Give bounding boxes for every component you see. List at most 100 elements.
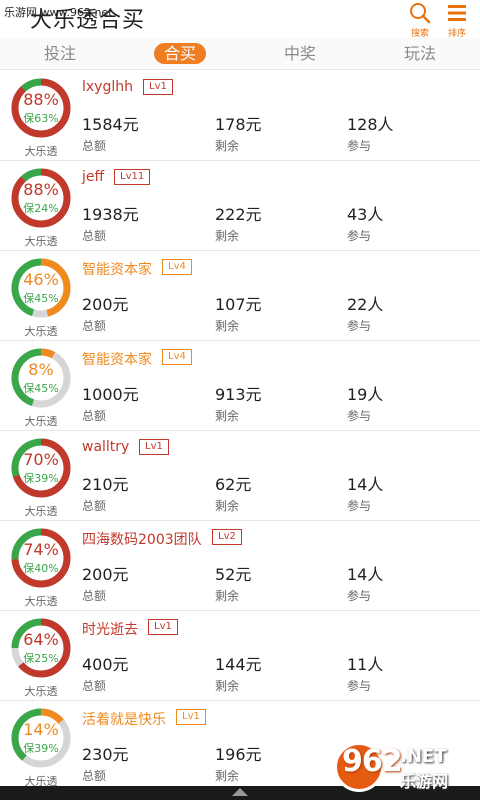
participant-count: 14人 [347, 565, 384, 584]
progress-ring: 46% 保45% [10, 257, 72, 319]
participant-count: 19人 [347, 385, 384, 404]
lottery-type: 大乐透 [24, 685, 58, 698]
participant-count: 128人 [347, 115, 394, 134]
guarantee-percent: 保45% [23, 292, 59, 305]
total-amount: 210元 [82, 475, 129, 494]
lottery-type: 大乐透 [24, 235, 58, 248]
progress-percent: 88% [23, 180, 59, 199]
total-amount: 400元 [82, 655, 129, 674]
watermark-domain: .NET [400, 746, 447, 767]
progress-ring: 74% 保40% [10, 527, 72, 589]
search-button[interactable]: 搜索 [405, 2, 435, 39]
tab-label: 玩法 [403, 44, 436, 63]
username: 活着就是快乐 [82, 712, 166, 728]
progress-percent: 88% [23, 90, 59, 109]
participants-label: 参与 [347, 679, 372, 693]
level-badge: Lv11 [114, 169, 151, 185]
username: lxyglhh [82, 79, 133, 95]
username: 智能资本家 [82, 352, 152, 368]
participant-count: 43人 [347, 205, 384, 224]
participants-label: 参与 [347, 409, 372, 423]
remaining-amount: 913元 [215, 385, 262, 404]
watermark-number: 962 [342, 744, 403, 779]
level-badge: Lv4 [162, 259, 192, 275]
level-badge: Lv1 [143, 79, 173, 95]
menu-icon [448, 5, 466, 21]
remaining-amount: 178元 [215, 115, 262, 134]
remaining-label: 剩余 [215, 229, 240, 243]
total-amount: 1938元 [82, 205, 139, 224]
guarantee-percent: 保25% [23, 652, 59, 665]
total-label: 总额 [82, 769, 107, 783]
lottery-type: 大乐透 [24, 145, 58, 158]
tab-group-buy[interactable]: 合买 [120, 38, 240, 69]
progress-ring: 14% 保39% [10, 707, 72, 769]
participant-count: 22人 [347, 295, 384, 314]
progress-ring: 70% 保39% [10, 437, 72, 499]
remaining-amount: 52元 [215, 565, 252, 584]
tab-winning[interactable]: 中奖 [240, 38, 360, 69]
list-item[interactable]: 88% 保63% 大乐透 lxyglhh Lv1 1584元 178元 128人总额 剩余 参与 [0, 71, 480, 161]
total-label: 总额 [82, 319, 107, 333]
tab-label: 投注 [43, 44, 76, 63]
remaining-amount: 107元 [215, 295, 262, 314]
list-item[interactable]: 8% 保45% 大乐透 智能资本家 Lv4 1000元 913元 19人 总额 剩余 参与 [0, 341, 480, 431]
watermark-text: 乐游网 www.962.net [4, 6, 113, 19]
username: 智能资本家 [82, 262, 152, 278]
list-item[interactable]: 70% 保39% 大乐透 walltry Lv1 210元 62元 14人 总额 剩余 参与 [0, 431, 480, 521]
remaining-amount: 196元 [215, 745, 262, 764]
chevron-up-icon[interactable] [232, 788, 248, 796]
level-badge: Lv1 [139, 439, 169, 455]
list-item[interactable]: 74% 保40% 大乐透 四海数码2003团队 Lv2 200元 52元 14人 总额 剩余 参与 [0, 521, 480, 611]
watermark-name: 乐游网 [400, 772, 449, 791]
remaining-label: 剩余 [215, 409, 240, 423]
list-item[interactable]: 88% 保24% 大乐透 jeff Lv11 1938元 222元 43人 总额 剩余 参与 [0, 161, 480, 251]
total-label: 总额 [82, 139, 107, 153]
remaining-amount: 144元 [215, 655, 262, 674]
total-amount: 230元 [82, 745, 129, 764]
remaining-amount: 62元 [215, 475, 252, 494]
total-amount: 1584元 [82, 115, 139, 134]
level-badge: Lv4 [162, 349, 192, 365]
participants-label: 参与 [347, 139, 372, 153]
guarantee-percent: 保40% [23, 562, 59, 575]
progress-percent: 8% [28, 360, 54, 379]
remaining-amount: 222元 [215, 205, 262, 224]
tab-bet[interactable]: 投注 [0, 38, 120, 69]
participant-count: 14人 [347, 475, 384, 494]
list-item[interactable]: 46% 保45% 大乐透 智能资本家 Lv4 200元 107元 22人 总额 剩余 参与 [0, 251, 480, 341]
progress-ring: 88% 保63% [10, 77, 72, 139]
total-label: 总额 [82, 679, 107, 693]
sort-button[interactable]: 排序 [442, 2, 472, 39]
total-label: 总额 [82, 589, 107, 603]
total-label: 总额 [82, 229, 107, 243]
guarantee-percent: 保63% [23, 112, 59, 125]
remaining-label: 剩余 [215, 139, 240, 153]
total-amount: 200元 [82, 565, 129, 584]
progress-ring: 88% 保24% [10, 167, 72, 229]
progress-percent: 64% [23, 630, 59, 649]
level-badge: Lv2 [212, 529, 242, 545]
lottery-type: 大乐透 [24, 325, 58, 338]
total-label: 总额 [82, 499, 107, 513]
participants-label: 参与 [347, 499, 372, 513]
tab-bar: 投注 合买 中奖 玩法 [0, 38, 480, 70]
progress-percent: 74% [23, 540, 59, 559]
username: walltry [82, 439, 130, 455]
participants-label: 参与 [347, 319, 372, 333]
watermark-logo: 962 .NET 乐游网 [334, 742, 472, 792]
progress-percent: 46% [23, 270, 59, 289]
guarantee-percent: 保39% [23, 472, 59, 485]
total-amount: 1000元 [82, 385, 139, 404]
list-item[interactable]: 64% 保25% 大乐透 时光逝去 Lv1 400元 144元 11人 总额 剩余 参与 [0, 611, 480, 701]
remaining-label: 剩余 [215, 769, 240, 783]
participants-label: 参与 [347, 589, 372, 603]
tab-rules[interactable]: 玩法 [360, 38, 480, 69]
remaining-label: 剩余 [215, 499, 240, 513]
guarantee-percent: 保24% [23, 202, 59, 215]
total-amount: 200元 [82, 295, 129, 314]
guarantee-percent: 保39% [23, 742, 59, 755]
remaining-label: 剩余 [215, 589, 240, 603]
total-label: 总额 [82, 409, 107, 423]
username: 四海数码2003团队 [82, 532, 202, 548]
